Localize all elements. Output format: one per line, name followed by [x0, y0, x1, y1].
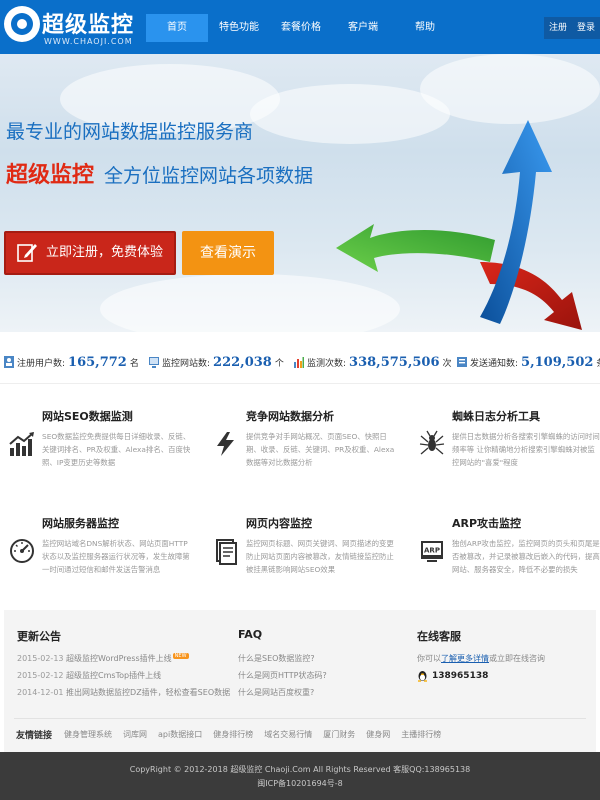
logo-eye-icon	[4, 6, 40, 42]
friend-link[interactable]: 厦门财务	[323, 729, 355, 740]
seo-chart-icon	[9, 432, 34, 456]
nav-help[interactable]: 帮助	[394, 14, 456, 42]
stat-checks: 监测次数: 338,575,506 次	[294, 353, 452, 371]
feature-desc: 监控网站域名DNS解析状态、网站页面HTTP状态以及监控服务器运行状况等，发生故…	[42, 539, 190, 574]
friend-link[interactable]: 健身网	[366, 729, 390, 740]
monitor-icon	[149, 357, 159, 368]
feature-content-monitoring[interactable]: 网页内容监控 监控网页标题、网页关键词、网页描述的变更防止网站页面内容被篡改，友…	[208, 515, 398, 605]
document-icon	[216, 539, 237, 565]
more-details-link[interactable]: 了解更多详情	[441, 654, 489, 663]
main-nav: 首页 特色功能 套餐价格 客户端 帮助	[146, 14, 456, 42]
faq-item[interactable]: 什么是网站百度权重?	[238, 687, 314, 698]
feature-arp-monitoring[interactable]: ARP ARP攻击监控 独创ARP攻击监控，监控网页的页头和页尾是否被篡改，并记…	[414, 515, 600, 605]
hero-subtitle: 超级监控 全方位监控网站各项数据	[6, 157, 313, 189]
feature-seo-monitoring[interactable]: 网站SEO数据监测 SEO数据监控免费提供每日详细收录、反链、关键词排名、PR及…	[4, 408, 194, 498]
site-logo[interactable]: 超级监控 WWW.CHAOJI.COM	[4, 6, 144, 50]
faq-item[interactable]: 什么是SEO数据监控?	[238, 653, 315, 664]
feature-title: 蜘蛛日志分析工具	[452, 410, 540, 423]
edit-icon	[17, 244, 37, 262]
news-item[interactable]: 2015-02-13 超级监控WordPress插件上线 NEW	[17, 653, 189, 664]
site-footer: CopyRight © 2012-2018 超级监控 Chaoji.Com Al…	[0, 752, 600, 800]
nav-features[interactable]: 特色功能	[208, 14, 270, 42]
feature-title: 网站SEO数据监测	[42, 410, 133, 423]
feature-desc: SEO数据监控免费提供每日详细收录、反链、关键词排名、PR及权重、Alexa排名…	[42, 432, 191, 467]
register-link[interactable]: 注册	[544, 17, 573, 39]
news-item[interactable]: 2014-12-01 推出网站数据监控DZ插件，轻松查看SEO数据	[17, 687, 230, 698]
logo-domain: WWW.CHAOJI.COM	[44, 37, 133, 46]
stats-bar: 注册用户数: 165,772 名 监控网站数: 222,038 个 监测次数: …	[0, 340, 600, 384]
news-item[interactable]: 2015-02-12 超级监控CmsTop插件上线	[17, 670, 161, 681]
news-title: 更新公告	[17, 630, 61, 643]
free-register-button[interactable]: 立即注册，免费体验	[4, 231, 176, 275]
top-header: 超级监控 WWW.CHAOJI.COM 首页 特色功能 套餐价格 客户端 帮助 …	[0, 0, 600, 54]
hero-brand: 超级监控	[6, 163, 95, 188]
friend-link[interactable]: api数据接口	[158, 729, 202, 740]
friend-link[interactable]: 词库网	[123, 729, 147, 740]
stat-registered-users: 注册用户数: 165,772 名	[4, 353, 139, 371]
friend-links-title: 友情链接	[16, 731, 53, 741]
feature-desc: 监控网页标题、网页关键词、网页描述的变更防止网站页面内容被篡改，友情链接监控防止…	[246, 539, 394, 574]
feature-title: ARP攻击监控	[452, 517, 522, 530]
feature-competitor-analysis[interactable]: 竞争网站数据分析 提供竞争对手网站概况、页面SEO、快照日期、收录、反链、关键词…	[208, 408, 398, 498]
feature-spider-log[interactable]: 蜘蛛日志分析工具 提供日志数据分析各搜索引擎蜘蛛的访问时间频率等 让你精确地分析…	[414, 408, 600, 498]
feature-title: 网页内容监控	[246, 517, 312, 530]
qq-penguin-icon	[418, 671, 427, 682]
hero-banner: 最专业的网站数据监控服务商 超级监控 全方位监控网站各项数据 立即注册，免费体验 …	[0, 54, 600, 332]
friend-links: 友情链接 健身管理系统 词库网 api数据接口 健身排行榜 域名交易行情 厦门财…	[16, 728, 452, 741]
friend-link[interactable]: 健身管理系统	[64, 729, 112, 740]
growth-arrows-illustration	[336, 120, 582, 330]
nav-pricing[interactable]: 套餐价格	[270, 14, 332, 42]
friend-link[interactable]: 健身排行榜	[213, 729, 253, 740]
service-title: 在线客服	[417, 630, 461, 643]
hero-tagline: 最专业的网站数据监控服务商	[6, 121, 254, 143]
feature-desc: 提供竞争对手网站概况、页面SEO、快照日期、收录、反链、关键词、PR及权重、Al…	[246, 432, 395, 467]
feature-desc: 独创ARP攻击监控，监控网页的页头和页尾是否被篡改，并记录被篡改后嵌入的代码，提…	[452, 539, 600, 574]
feature-title: 竞争网站数据分析	[246, 410, 334, 423]
nav-client[interactable]: 客户端	[332, 14, 394, 42]
user-icon	[4, 356, 14, 368]
stat-notifications: 发送通知数: 5,109,502 条	[457, 353, 600, 371]
login-link[interactable]: 登录	[572, 17, 600, 39]
friend-link[interactable]: 域名交易行情	[264, 729, 312, 740]
spider-icon	[419, 430, 445, 455]
logo-name: 超级监控	[42, 13, 135, 38]
faq-item[interactable]: 什么是网页HTTP状态码?	[238, 670, 327, 681]
free-register-label: 立即注册，免费体验	[46, 245, 164, 260]
svg-text:ARP: ARP	[424, 547, 440, 555]
chart-icon	[294, 357, 304, 368]
qq-contact[interactable]: 138965138	[417, 670, 488, 682]
friend-link[interactable]: 主播排行榜	[401, 729, 441, 740]
notify-icon	[457, 357, 467, 367]
divider	[14, 718, 586, 719]
copyright: CopyRight © 2012-2018 超级监控 Chaoji.Com Al…	[129, 765, 471, 774]
lightning-icon	[217, 432, 234, 456]
gauge-icon	[10, 539, 34, 563]
nav-home[interactable]: 首页	[146, 14, 208, 42]
feature-desc: 提供日志数据分析各搜索引擎蜘蛛的访问时间频率等 让你精确地分析搜索引擎蜘蛛对被监…	[452, 432, 600, 467]
faq-title: FAQ	[238, 628, 263, 641]
stat-monitored-sites: 监控网站数: 222,038 个	[149, 353, 284, 371]
icp-number[interactable]: 闽ICP备10201694号-8	[0, 778, 600, 789]
service-text: 你可以了解更多详情或立即在线咨询	[417, 654, 545, 663]
feature-title: 网站服务器监控	[42, 517, 119, 530]
new-badge: NEW	[172, 653, 189, 659]
arp-icon: ARP	[421, 541, 443, 562]
feature-server-monitoring[interactable]: 网站服务器监控 监控网站域名DNS解析状态、网站页面HTTP状态以及监控服务器运…	[4, 515, 194, 605]
view-demo-button[interactable]: 查看演示	[182, 231, 274, 275]
info-section: 更新公告 2015-02-13 超级监控WordPress插件上线 NEW 201…	[4, 610, 596, 752]
hero-subtitle-text: 全方位监控网站各项数据	[104, 165, 314, 187]
